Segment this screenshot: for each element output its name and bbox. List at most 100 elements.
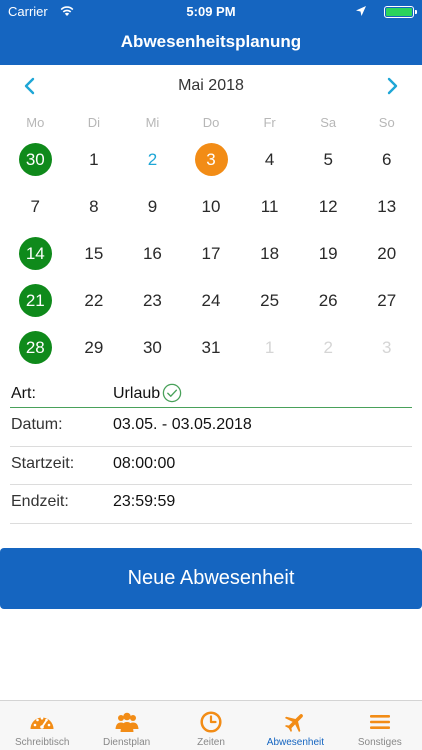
calendar-day[interactable]: 22 — [65, 277, 124, 324]
calendar-day[interactable]: 26 — [299, 277, 358, 324]
art-field[interactable]: Art: Urlaub — [10, 378, 412, 408]
day-number: 19 — [318, 243, 338, 263]
day-number: 8 — [89, 196, 99, 216]
nav-header: Carrier 5:09 PM Abwesenheitsplanung — [0, 0, 422, 65]
absence-form: Art: Urlaub Datum: 03.05. - 03.05.2018 S… — [0, 378, 422, 524]
day-number: 18 — [260, 243, 280, 263]
tab-label: Zeiten — [197, 737, 225, 748]
tab-bar: Schreibtisch Dienstplan Zeiten Abwesenhe… — [0, 700, 422, 750]
calendar-day[interactable]: 9 — [123, 183, 182, 230]
tab-label: Sonstiges — [357, 737, 402, 748]
calendar-day[interactable]: 18 — [240, 230, 299, 277]
day-number: 30 — [142, 337, 162, 357]
day-number: 17 — [201, 243, 221, 263]
day-number: 1 — [264, 337, 275, 357]
tab-schreibtisch[interactable]: Schreibtisch — [0, 701, 84, 750]
day-number: 26 — [318, 290, 338, 310]
calendar-day[interactable]: 24 — [182, 277, 241, 324]
menu-icon — [369, 715, 390, 729]
calendar-day[interactable]: 10 — [182, 183, 241, 230]
calendar-day[interactable]: 12 — [299, 183, 358, 230]
calendar-week: 30 1 2 3 4 5 6 — [6, 136, 416, 183]
calendar-grid: 30 1 2 3 4 5 6 7 8 9 10 11 12 13 14 15 1… — [6, 136, 416, 371]
calendar-day[interactable]: 3 — [182, 136, 241, 183]
day-number: 2 — [147, 149, 158, 169]
day-number: 15 — [84, 243, 104, 263]
weekday-label: So — [378, 115, 395, 130]
day-number: 5 — [323, 149, 333, 169]
tab-zeiten[interactable]: Zeiten — [169, 701, 253, 750]
calendar-day[interactable]: 16 — [123, 230, 182, 277]
day-number: 4 — [264, 149, 275, 169]
calendar-day[interactable]: 14 — [6, 230, 65, 277]
tab-label: Dienstplan — [102, 737, 151, 748]
calendar-day[interactable]: 6 — [357, 136, 416, 183]
weekday-label: Mo — [26, 115, 45, 130]
calendar-day[interactable]: 2 — [299, 324, 358, 371]
day-number: 16 — [142, 243, 162, 263]
endzeit-value: 23:59:59 — [113, 493, 176, 510]
day-number: 23 — [142, 290, 162, 310]
calendar-day[interactable]: 4 — [240, 136, 299, 183]
page-title: Abwesenheitsplanung — [120, 32, 302, 51]
day-number: 21 — [18, 284, 52, 317]
datum-value: 03.05. - 03.05.2018 — [113, 416, 252, 433]
day-number: 20 — [377, 243, 397, 263]
battery-icon — [384, 6, 417, 18]
calendar-day[interactable]: 3 — [357, 324, 416, 371]
weekday-label: Di — [87, 115, 100, 130]
dashboard-icon — [30, 717, 54, 729]
calendar-day[interactable]: 2 — [123, 136, 182, 183]
day-number: 3 — [382, 337, 392, 357]
month-label: Mai 2018 — [178, 77, 244, 94]
day-number: 12 — [318, 196, 338, 216]
team-icon — [115, 712, 139, 732]
startzeit-label: Startzeit: — [11, 454, 75, 472]
endzeit-field[interactable]: Endzeit: 23:59:59 — [10, 485, 412, 524]
startzeit-field[interactable]: Startzeit: 08:00:00 — [10, 447, 412, 485]
calendar-day[interactable]: 21 — [6, 277, 65, 324]
datum-field[interactable]: Datum: 03.05. - 03.05.2018 — [10, 408, 412, 447]
day-number: 9 — [147, 196, 158, 216]
tab-dienstplan[interactable]: Dienstplan — [84, 701, 168, 750]
calendar-day[interactable]: 30 — [6, 136, 65, 183]
tab-abwesenheit[interactable]: Abwesenheit — [253, 701, 337, 750]
calendar-day[interactable]: 25 — [240, 277, 299, 324]
calendar-day[interactable]: 29 — [65, 324, 124, 371]
clock-icon — [200, 711, 222, 733]
tab-sonstiges[interactable]: Sonstiges — [338, 701, 422, 750]
month-navigation: Mai 2018 — [0, 74, 422, 98]
new-absence-button[interactable]: Neue Abwesenheit — [0, 548, 422, 609]
calendar-day[interactable]: 30 — [123, 324, 182, 371]
calendar-day[interactable]: 27 — [357, 277, 416, 324]
calendar-day[interactable]: 17 — [182, 230, 241, 277]
clock-time: 5:09 PM — [186, 4, 236, 19]
day-number: 7 — [30, 196, 41, 216]
calendar-week: 28 29 30 31 1 2 3 — [6, 324, 416, 371]
day-number: 28 — [18, 331, 52, 364]
day-number: 22 — [84, 290, 104, 310]
calendar-day[interactable]: 11 — [240, 183, 299, 230]
day-number: 1 — [89, 149, 99, 169]
day-number: 13 — [377, 196, 397, 216]
calendar-day[interactable]: 28 — [6, 324, 65, 371]
calendar-day[interactable]: 15 — [65, 230, 124, 277]
calendar-day[interactable]: 7 — [6, 183, 65, 230]
day-number: 31 — [201, 337, 221, 357]
weekday-label: Mi — [145, 115, 160, 130]
calendar-day[interactable]: 5 — [299, 136, 358, 183]
calendar-day[interactable]: 20 — [357, 230, 416, 277]
calendar-day[interactable]: 8 — [65, 183, 124, 230]
calendar-day[interactable]: 1 — [240, 324, 299, 371]
day-number: 11 — [260, 196, 279, 216]
calendar-day[interactable]: 1 — [65, 136, 124, 183]
chevron-right-icon[interactable] — [382, 76, 402, 96]
calendar-day[interactable]: 19 — [299, 230, 358, 277]
art-label: Art: — [11, 385, 36, 402]
calendar-day[interactable]: 13 — [357, 183, 416, 230]
calendar-day[interactable]: 23 — [123, 277, 182, 324]
calendar-day[interactable]: 31 — [182, 324, 241, 371]
day-number: 2 — [323, 337, 333, 357]
tab-label: Abwesenheit — [266, 737, 325, 748]
weekday-label: Fr — [263, 115, 276, 130]
